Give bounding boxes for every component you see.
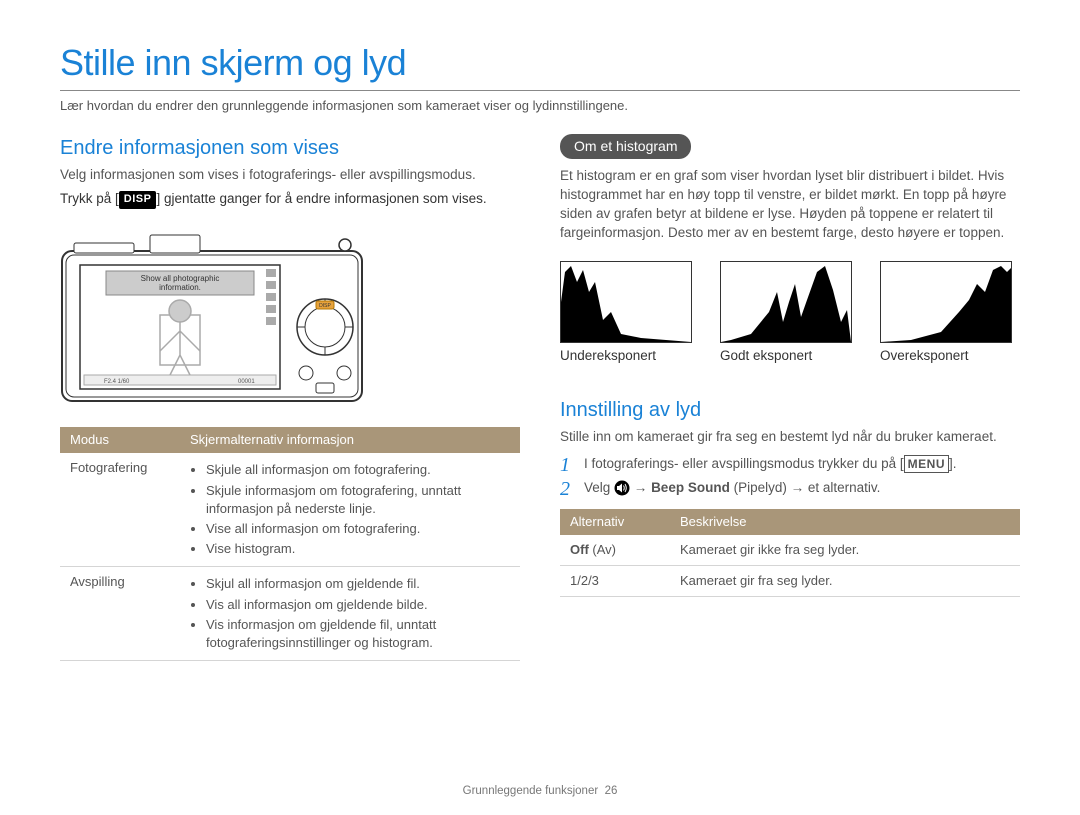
pill-histogram: Om et histogram (560, 134, 691, 160)
col-mode: Modus (60, 427, 180, 453)
alt-cell: Off (Av) (560, 535, 670, 566)
step-number: 1 (560, 455, 576, 475)
svg-text:00001: 00001 (238, 379, 255, 385)
histogram-text: Et histogram er en graf som viser hvorda… (560, 167, 1020, 243)
alt-cell: 1/2/3 (560, 565, 670, 596)
step-text: I fotograferings- eller avspillingsmodus… (584, 455, 957, 475)
section-heading-sound: Innstilling av lyd (560, 396, 1020, 424)
display-intro: Velg informasjonen som vises i fotografe… (60, 166, 520, 185)
section-heading-display-info: Endre informasjonen som vises (60, 134, 520, 162)
sound-options-table: Alternativ Beskrivelse Off (Av) Kameraet… (560, 509, 1020, 598)
svg-text:DISP: DISP (319, 303, 331, 309)
step1-b: ]. (949, 456, 957, 471)
histogram-good-icon (720, 261, 852, 343)
camera-diagram: Show all photographic information. F2.4 … (60, 227, 370, 407)
press-text-b: ] gjentatte ganger for å endre informasj… (156, 191, 486, 206)
step2-beep: Beep Sound (651, 480, 730, 495)
table-header-row: Modus Skjermalternativ informasjon (60, 427, 520, 453)
info-cell: Skjule all informasjon om fotografering.… (180, 453, 520, 566)
list-item: Skjule all informasjon om fotografering. (206, 461, 510, 479)
mode-cell: Avspilling (60, 567, 180, 661)
col-alt: Alternativ (560, 509, 670, 535)
press-text-a: Trykk på [ (60, 191, 119, 206)
footer: Grunnleggende funksjoner 26 (0, 783, 1080, 799)
alt-paren: (Av) (589, 542, 616, 557)
page-title: Stille inn skjerm og lyd (60, 38, 1020, 91)
desc-cell: Kameraet gir ikke fra seg lyder. (670, 535, 1020, 566)
histogram-overexposed-icon (880, 261, 1012, 343)
step2-arrow1: → (634, 480, 651, 495)
display-options-table: Modus Skjermalternativ informasjon Fotog… (60, 427, 520, 661)
list-item: Vis informasjon om gjeldende fil, unntat… (206, 616, 510, 652)
col-info: Skjermalternativ informasjon (180, 427, 520, 453)
step1-a: I fotograferings- eller avspillingsmodus… (584, 456, 904, 471)
histogram-examples: Undereksponert Godt eksponert (560, 261, 1020, 366)
step-2: 2 Velg → Beep Sound (Pipelyd) (560, 479, 1020, 499)
page-subtitle: Lær hvordan du endrer den grunnleggende … (60, 97, 1020, 115)
left-column: Endre informasjonen som vises Velg infor… (60, 134, 520, 662)
step-text: Velg → Beep Sound (Pipelyd) → et alterna… (584, 479, 880, 499)
menu-button-icon: MENU (904, 455, 949, 474)
right-column: Om et histogram Et histogram er en graf … (560, 134, 1020, 662)
overlay-line1: Show all photographic (141, 274, 220, 283)
manual-page: Stille inn skjerm og lyd Lær hvordan du … (0, 0, 1080, 815)
svg-text:F2.4 1/60: F2.4 1/60 (104, 379, 130, 385)
list-item: Vise all informasjon om fotografering. (206, 520, 510, 538)
step-number: 2 (560, 479, 576, 499)
histo-label: Overeksponert (880, 348, 969, 363)
footer-section: Grunnleggende funksjoner (463, 785, 599, 797)
disp-button-icon: DISP (119, 191, 157, 208)
overlay-line2: information. (159, 283, 201, 292)
list-item: Skjul all informasjon om gjeldende fil. (206, 575, 510, 593)
table-row: Fotografering Skjule all informasjon om … (60, 453, 520, 566)
histo-good: Godt eksponert (720, 261, 860, 366)
sound-intro: Stille inn om kameraet gir fra seg en be… (560, 428, 1020, 447)
step2-rest: (Pipelyd) → et alternativ. (734, 480, 881, 495)
histo-under: Undereksponert (560, 261, 700, 366)
steps-list: 1 I fotograferings- eller avspillingsmod… (560, 455, 1020, 499)
histogram-underexposed-icon (560, 261, 692, 343)
table-row: 1/2/3 Kameraet gir fra seg lyder. (560, 565, 1020, 596)
list-item: Skjule informasjom om fotografering, unn… (206, 482, 510, 518)
press-instruction: Trykk på [DISP] gjentatte ganger for å e… (60, 190, 520, 209)
list-item: Vise histogram. (206, 540, 510, 558)
two-column-layout: Endre informasjonen som vises Velg infor… (60, 134, 1020, 662)
list-item: Vis all informasjon om gjeldende bilde. (206, 596, 510, 614)
histo-over: Overeksponert (880, 261, 1020, 366)
speaker-icon (614, 480, 630, 496)
table-row: Off (Av) Kameraet gir ikke fra seg lyder… (560, 535, 1020, 566)
alt-bold: Off (570, 542, 589, 557)
table-header-row: Alternativ Beskrivelse (560, 509, 1020, 535)
table-row: Avspilling Skjul all informasjon om gjel… (60, 567, 520, 661)
footer-page: 26 (605, 785, 618, 797)
mode-cell: Fotografering (60, 453, 180, 566)
step-1: 1 I fotograferings- eller avspillingsmod… (560, 455, 1020, 475)
info-cell: Skjul all informasjon om gjeldende fil. … (180, 567, 520, 661)
histo-label: Godt eksponert (720, 348, 812, 363)
histo-label: Undereksponert (560, 348, 656, 363)
col-desc: Beskrivelse (670, 509, 1020, 535)
step2-a: Velg (584, 480, 614, 495)
desc-cell: Kameraet gir fra seg lyder. (670, 565, 1020, 596)
